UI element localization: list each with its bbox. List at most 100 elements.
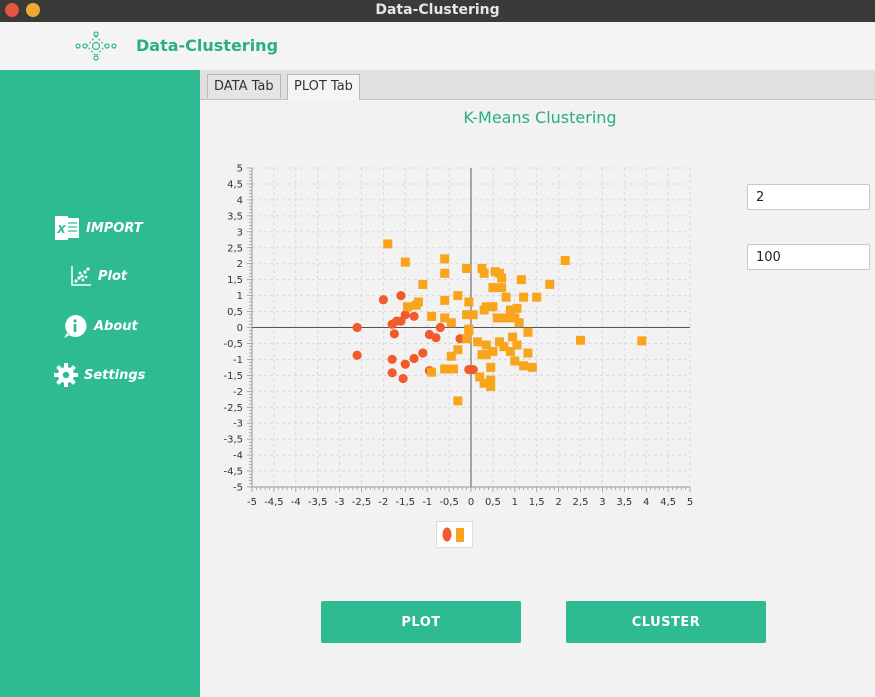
cluster-2-point (440, 364, 450, 374)
y-tick-label: -2,5 (223, 403, 243, 414)
cluster-2-point (527, 362, 537, 372)
sidebar-item-plot[interactable]: Plot (70, 265, 127, 287)
cluster-2-point (560, 256, 570, 266)
cluster-2-point (519, 361, 529, 371)
x-tick-label: -3,5 (308, 497, 328, 508)
sidebar-item-label: IMPORT (86, 220, 143, 236)
x-tick-label: -3 (335, 497, 345, 508)
y-tick-label: -0,5 (223, 339, 243, 350)
cluster-2-point (494, 337, 504, 347)
cluster-2-point (468, 310, 478, 320)
x-tick-label: 0 (468, 497, 474, 508)
y-tick-label: -4,5 (223, 467, 243, 478)
y-tick-label: -3 (233, 419, 243, 430)
cluster-2-point (464, 297, 474, 307)
sidebar-item-label: About (94, 318, 138, 334)
x-tick-label: 4,5 (660, 497, 676, 508)
svg-text:X: X (56, 223, 66, 236)
k-clusters-input[interactable] (747, 184, 870, 210)
cluster-2-point (427, 311, 437, 321)
legend-circle-marker (442, 527, 452, 542)
x-tick-label: -2,5 (352, 497, 372, 508)
sidebar-item-about[interactable]: About (62, 313, 138, 339)
x-tick-label: 3,5 (616, 497, 632, 508)
cluster-2-point (508, 332, 518, 342)
cluster-2-point (464, 324, 474, 334)
window-close-button[interactable] (5, 3, 19, 17)
cluster-1-point (398, 373, 408, 384)
y-tick-label: -2 (233, 387, 243, 398)
cluster-1-point (435, 322, 445, 333)
cluster-2-point (512, 340, 522, 350)
cluster-1-point (378, 295, 388, 305)
scatter-plot-icon (71, 266, 91, 286)
excel-icon: X (55, 216, 79, 240)
tab-plot[interactable]: PLOT Tab (287, 74, 360, 100)
sidebar-item-label: Plot (98, 268, 128, 284)
app-logo-icon (75, 31, 117, 61)
cluster-2-point (516, 275, 526, 285)
gear-icon (54, 363, 78, 387)
y-tick-label: -1,5 (223, 371, 243, 382)
x-tick-label: 3 (599, 497, 605, 508)
cluster-2-point (519, 292, 529, 302)
cluster-2-point (481, 340, 491, 350)
cluster-2-point (440, 254, 450, 264)
cluster-2-point (383, 239, 393, 249)
cluster-2-point (477, 350, 487, 360)
y-tick-label: -1 (233, 355, 243, 366)
x-tick-label: -0,5 (439, 497, 459, 508)
sidebar-item-import[interactable]: X IMPORT (54, 216, 143, 240)
cluster-2-point (473, 337, 483, 347)
y-tick-label: 4,5 (227, 179, 243, 190)
cluster-2-point (440, 313, 450, 323)
y-tick-label: 4 (237, 195, 243, 206)
cluster-1-point (400, 359, 410, 369)
cluster-2-point (486, 362, 496, 372)
cluster-2-point (427, 367, 437, 377)
cluster-2-point (479, 268, 489, 278)
sidebar-item-settings[interactable]: Settings (54, 363, 145, 387)
info-icon (64, 314, 87, 338)
chart-title: K-Means Clustering (463, 108, 617, 127)
cluster-button[interactable]: CLUSTER (566, 601, 766, 643)
cluster-2-point (453, 291, 463, 301)
cluster-2-point (637, 336, 647, 346)
x-tick-label: 5 (687, 497, 693, 508)
cluster-2-point (497, 283, 507, 293)
cluster-1-point (409, 353, 419, 364)
x-tick-label: -1,5 (396, 497, 416, 508)
window-titlebar: Data-Clustering (0, 0, 875, 22)
cluster-2-point (413, 297, 423, 307)
cluster-2-point (501, 292, 511, 302)
cluster-2-point (501, 313, 511, 323)
cluster-2-point (492, 313, 502, 323)
cluster-1-point (409, 311, 419, 321)
scatter-chart: -5 -4,5 -4 -3,5 -3 -2,5 -2 -1,5 -1 -0,5 0 0,5 1 1,5 2 2… (223, 164, 693, 509)
legend-square-marker (456, 528, 464, 542)
cluster-2-point (514, 318, 524, 328)
cluster-1-point (387, 354, 397, 364)
y-tick-label: 1,5 (227, 275, 243, 286)
cluster-2-point (400, 257, 410, 267)
cluster-2-point (479, 378, 489, 388)
cluster-1-point (431, 333, 441, 343)
y-tick-label: 3,5 (227, 211, 243, 222)
cluster-2-point (576, 335, 585, 345)
cluster-2-point (545, 279, 555, 289)
plot-button[interactable]: PLOT (321, 601, 521, 643)
cluster-1-point (352, 322, 362, 333)
sidebar: X IMPORT Plot About Settings (0, 70, 200, 697)
y-tick-label: 1 (237, 291, 243, 302)
y-tick-label: 5 (237, 164, 243, 175)
cluster-2-point (453, 396, 463, 406)
cluster-1-point (396, 316, 406, 326)
iterations-input[interactable] (747, 244, 870, 270)
tab-data[interactable]: DATA Tab (207, 74, 281, 98)
cluster-2-point (418, 279, 428, 289)
app-title: Data-Clustering (136, 36, 279, 55)
window-minimize-button[interactable] (26, 3, 40, 17)
cluster-1-point (389, 329, 399, 339)
y-tick-label: 2 (237, 259, 243, 270)
cluster-2-point (462, 263, 472, 273)
